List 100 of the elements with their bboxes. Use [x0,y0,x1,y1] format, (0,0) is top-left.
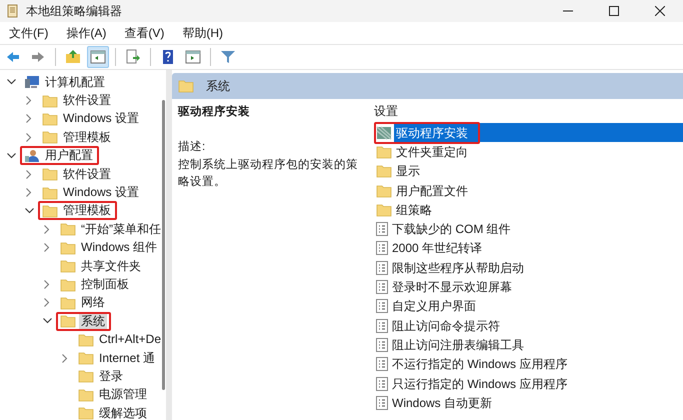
app-icon [6,4,20,18]
list-item[interactable]: 不运行指定的 Windows 应用程序 [390,355,570,374]
folder-icon [78,369,94,384]
collapsed-chevron-icon[interactable] [26,132,32,142]
policy-document-icon [376,338,388,352]
list-item[interactable]: 限制这些程序从帮助启动 [390,258,526,277]
expanded-chevron-icon[interactable] [6,79,16,86]
filter-icon [220,49,236,65]
tree-item[interactable]: 网络 [79,295,107,310]
folder-icon [78,351,94,366]
computer-icon [24,75,40,90]
list-item[interactable]: 自定义用户界面 [390,297,478,316]
window-title: 本地组策略编辑器 [26,3,123,20]
tree-item[interactable]: Windows 设置 [61,185,142,200]
list-item[interactable]: 2000 年世纪转译 [390,239,484,258]
folder-icon [376,164,392,178]
policy-document-icon [376,299,388,314]
policy-document-icon [376,318,388,333]
minimize-icon[interactable] [563,10,573,12]
expanded-chevron-icon[interactable] [42,318,52,324]
folder-icon [42,130,58,144]
list-item[interactable]: 只运行指定的 Windows 应用程序 [390,374,570,393]
tree-item[interactable]: “开始”菜单和任 [79,222,163,237]
list-item[interactable]: Windows 自动更新 [390,394,494,412]
help-icon [160,49,176,65]
forward-arrow-icon [30,49,46,65]
tree-item[interactable]: Windows 设置 [61,111,142,126]
expanded-chevron-icon[interactable] [6,152,16,159]
folder-icon [60,314,76,328]
list-item[interactable]: 显示 [394,162,422,180]
folder-icon [78,332,94,347]
scrollbar-thumb[interactable] [162,100,165,390]
list-item[interactable]: 下载缺少的 COM 组件 [390,220,513,238]
tree-item[interactable]: 管理模板 [61,130,113,145]
folder-icon [376,184,392,198]
policy-document-icon [376,222,388,236]
menu-item[interactable]: 帮助(H) [173,22,232,44]
tree-item[interactable]: 缓解选项 [97,406,149,420]
detail-title: 驱动程序安装 [178,104,251,120]
folder-icon [42,186,58,200]
folder-icon [60,296,76,310]
tree-item[interactable]: 用户配置 [43,148,95,164]
menu-item[interactable]: 查看(V) [115,22,174,44]
collapsed-chevron-icon[interactable] [44,280,50,289]
expanded-chevron-icon[interactable] [24,208,34,214]
list-item[interactable]: 驱动程序安装 [394,124,470,142]
tree-item[interactable]: 软件设置 [61,93,113,108]
collapsed-chevron-icon[interactable] [44,243,50,252]
collapsed-chevron-icon[interactable] [62,354,68,363]
tree-item[interactable]: 计算机配置 [43,74,107,90]
list-item[interactable]: 组策略 [394,200,434,219]
collapsed-chevron-icon[interactable] [26,188,32,198]
collapsed-chevron-icon[interactable] [44,298,50,308]
tree-item[interactable]: Windows 组件 [79,240,160,256]
tree-item[interactable]: 控制面板 [79,277,131,292]
folder-icon [78,406,94,420]
close-icon[interactable] [655,6,665,16]
folder-icon [60,259,76,274]
menu-item[interactable]: 操作(A) [57,22,116,44]
column-header: 设置 [373,103,399,120]
tree-item[interactable]: 管理模板 [61,203,113,218]
collapsed-chevron-icon[interactable] [44,224,50,234]
list-item[interactable]: 登录时不显示欢迎屏幕 [390,278,514,296]
tree-item[interactable]: 共享文件夹 [79,258,143,274]
tree-item[interactable]: Internet 通 [97,350,158,366]
menu-item[interactable]: 文件(F) [0,22,58,44]
tree-item[interactable]: 登录 [97,368,125,384]
list-item[interactable]: 阻止访问命令提示符 [390,316,502,335]
folder-icon [178,79,194,93]
list-item[interactable]: 文件夹重定向 [394,142,470,161]
folder-icon [60,240,76,255]
back-arrow-icon [5,49,21,65]
export-list-icon [125,49,141,65]
tree-pane-button[interactable] [87,46,109,68]
description-text: 控制系统上驱动程序包的安装的策略设置。 [178,157,359,190]
folder-icon [376,202,392,217]
policy-document-icon [376,357,388,372]
action-pane-icon [185,49,201,65]
tree-pane-icon [90,49,106,65]
tree-item[interactable]: 系统 [79,314,107,329]
folder-up-icon [65,49,81,65]
list-item[interactable]: 阻止访问注册表编辑工具 [390,336,526,354]
maximize-icon[interactable] [609,6,619,16]
pane-title: 系统 [206,78,230,95]
description-label: 描述: [178,140,206,156]
list-item[interactable]: 用户配置文件 [394,182,470,200]
settings-folder-icon [376,126,392,140]
policy-document-icon [376,376,388,391]
policy-document-icon [376,260,388,275]
collapsed-chevron-icon[interactable] [26,96,32,106]
collapsed-chevron-icon[interactable] [26,170,32,179]
tree-item[interactable]: Ctrl+Alt+De [97,332,164,348]
folder-icon [42,112,58,126]
collapsed-chevron-icon[interactable] [26,114,32,124]
tree-item[interactable]: 软件设置 [61,166,113,182]
policy-document-icon [376,241,388,256]
folder-icon [42,167,58,182]
tree-item[interactable]: 电源管理 [97,387,149,402]
folder-icon [60,222,76,236]
folder-icon [42,94,58,108]
